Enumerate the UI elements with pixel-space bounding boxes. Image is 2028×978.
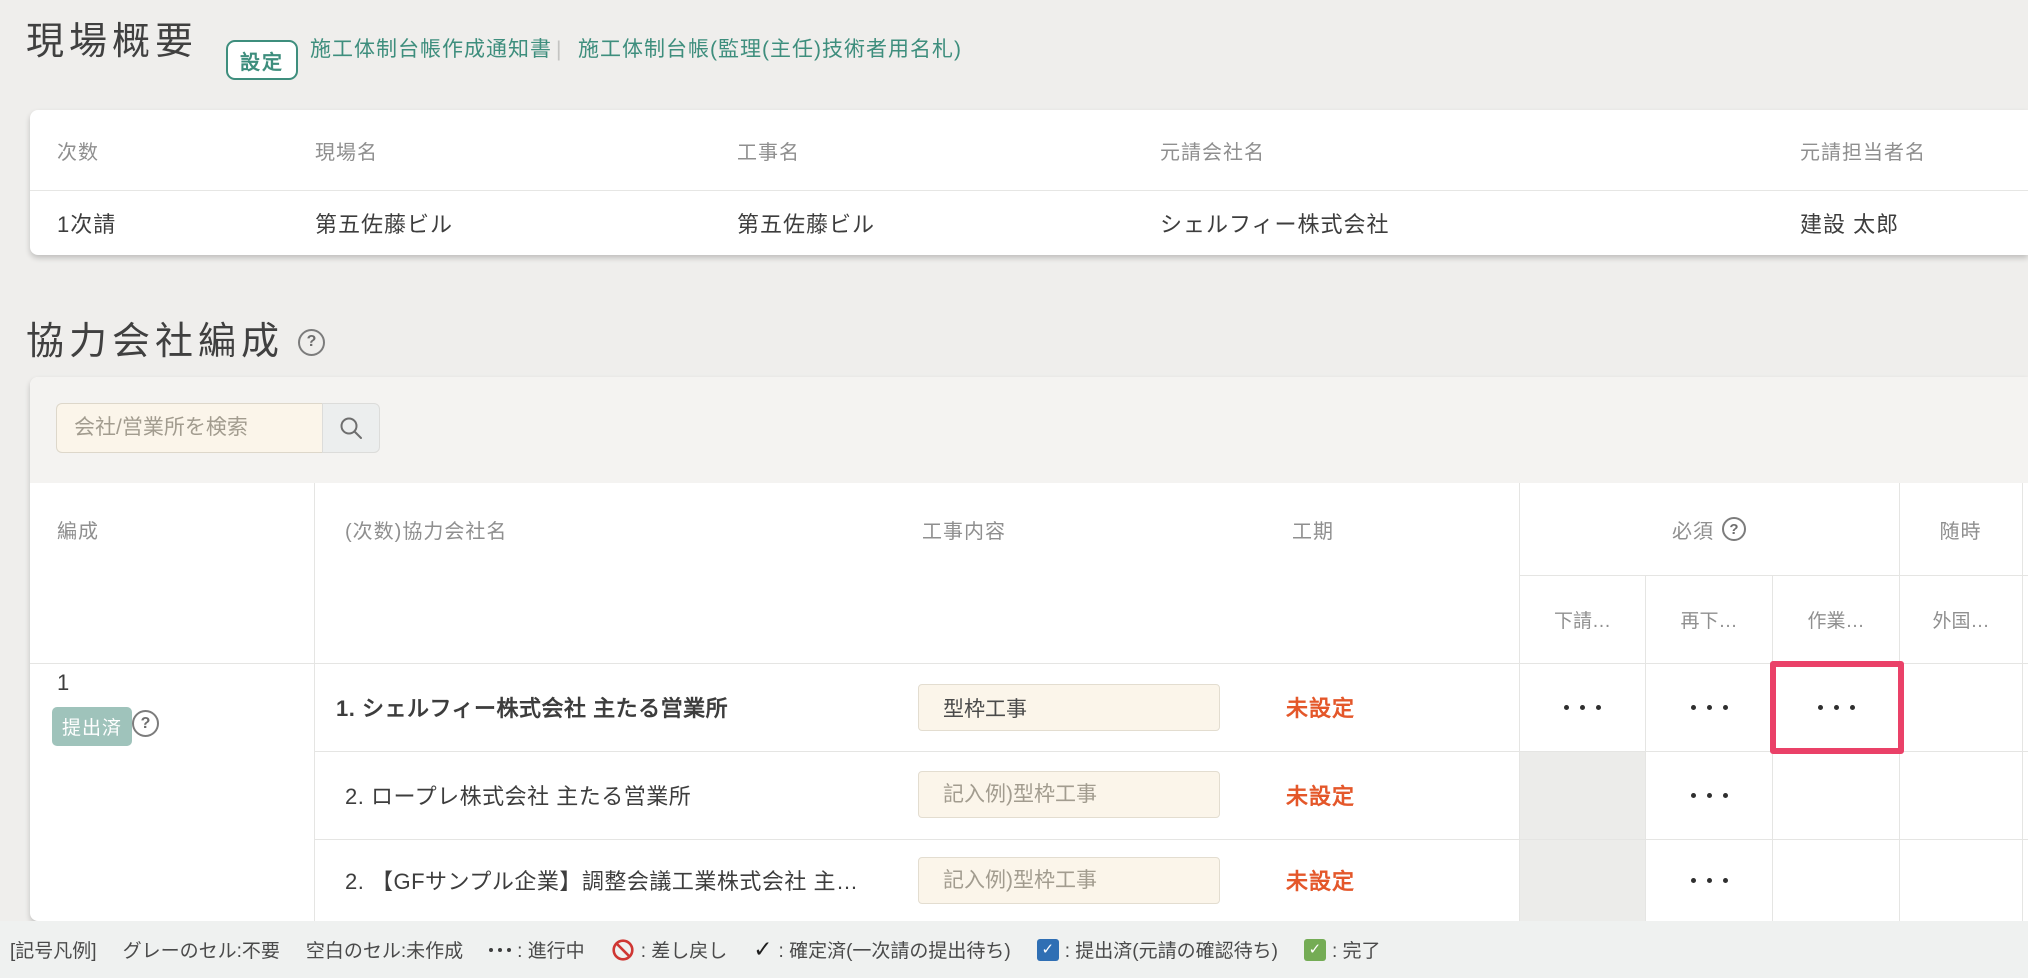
column-header-jisuu: 次数: [57, 110, 99, 190]
grid-line: [2022, 483, 2023, 921]
magnifier-icon: [338, 415, 364, 441]
in-progress-dots-icon: [1691, 793, 1728, 798]
legend-prefix: [記号凡例]: [10, 936, 97, 963]
column-header-period: 工期: [1292, 483, 1334, 575]
column-header-hensei: 編成: [57, 483, 99, 575]
help-icon[interactable]: ?: [298, 329, 325, 356]
legend-item-confirmed: ✓ : 確定済(一次請の提出待ち): [753, 936, 1011, 963]
formation-number: 1: [57, 670, 69, 696]
doc-cell-sagyouin-row-1[interactable]: [1773, 664, 1899, 751]
doc-cell-not-required: [1520, 752, 1645, 839]
doc-cell-not-required: [1520, 840, 1645, 921]
work-content-input-row-2[interactable]: [918, 771, 1220, 818]
company-name-row-3[interactable]: 2. 【GFサンプル企業】調整会議工業株式会社 主…: [345, 839, 858, 921]
legend-item-rejected: : 差し戻し: [611, 936, 728, 963]
legend-text: : 進行中: [517, 936, 585, 963]
doc-cell-saishitauke-row-1[interactable]: [1646, 664, 1772, 751]
in-progress-dots-icon: [1818, 705, 1855, 710]
partner-section-title: 協力会社編成 ?: [26, 318, 325, 366]
company-name-row-1[interactable]: 1. シェルフィー株式会社 主たる営業所: [336, 663, 728, 751]
symbol-legend: [記号凡例] グレーのセル:不要 空白のセル:未作成 : 進行中 : 差し戻し …: [0, 921, 2028, 978]
company-search-input[interactable]: [56, 403, 322, 453]
legend-text: : 提出済(元請の確認待ち): [1065, 936, 1278, 963]
legend-item-complete: ✓ : 完了: [1304, 936, 1381, 963]
check-icon: ✓: [753, 938, 772, 961]
site-overview-card: 次数 現場名 工事名 元請会社名 元請担当者名 1次請 第五佐藤ビル 第五佐藤ビ…: [30, 110, 2028, 255]
period-status-row-1[interactable]: 未設定: [1286, 663, 1355, 751]
subcolumn-header-sagyouin: 作業…: [1773, 575, 1899, 663]
column-header-motouke-kaisha: 元請会社名: [1160, 110, 1265, 190]
cell-motouke-tantousha: 建設 太郎: [1800, 191, 1899, 255]
in-progress-dots-icon: [489, 948, 511, 952]
period-status-row-2[interactable]: 未設定: [1286, 751, 1355, 839]
page-title: 現場概要: [26, 18, 198, 66]
legend-item-blank-cell: 空白のセル:未作成: [306, 936, 463, 963]
cell-jisuu: 1次請: [57, 191, 116, 255]
link-taicho-nameplate[interactable]: 施工体制台帳(監理(主任)技術者用名札): [578, 36, 962, 64]
help-icon[interactable]: ?: [132, 710, 159, 737]
link-taicho-notification[interactable]: 施工体制台帳作成通知書: [310, 36, 552, 64]
doc-cell-shitauke-row-1[interactable]: [1520, 664, 1645, 751]
column-header-motouke-tantousha: 元請担当者名: [1800, 110, 1926, 190]
in-progress-dots-icon: [1564, 705, 1601, 710]
work-content-input-row-1[interactable]: [918, 684, 1220, 731]
cell-motouke-kaisha: シェルフィー株式会社: [1160, 191, 1390, 255]
help-icon[interactable]: ?: [1722, 517, 1746, 541]
legend-item-submitted: ✓ : 提出済(元請の確認待ち): [1037, 936, 1278, 963]
work-content-input-row-3[interactable]: [918, 857, 1220, 904]
group-header-required: 必須 ?: [1519, 483, 1899, 575]
search-button[interactable]: [322, 403, 380, 453]
link-separator: |: [556, 36, 562, 64]
cell-koujimei: 第五佐藤ビル: [737, 191, 875, 255]
subcolumn-header-saishitauke: 再下…: [1646, 575, 1772, 663]
page: 現場概要 設定 施工体制台帳作成通知書 | 施工体制台帳(監理(主任)技術者用名…: [0, 0, 2028, 978]
subcolumn-header-shitauke: 下請…: [1520, 575, 1645, 663]
doc-cell-saishitauke-row-3[interactable]: [1646, 840, 1772, 921]
partner-formation-card: 編成 (次数)協力会社名 工事内容 工期 必須 ? 随時 下請… 再下… 作業……: [30, 377, 2028, 921]
legend-text: : 確定済(一次請の提出待ち): [779, 936, 1011, 963]
column-header-koujimei: 工事名: [737, 110, 800, 190]
column-header-work: 工事内容: [922, 483, 1006, 575]
legend-item-in-progress: : 進行中: [489, 936, 585, 963]
legend-text: 空白のセル:未作成: [306, 936, 463, 963]
legend-text: グレーのセル:不要: [123, 936, 280, 963]
status-badge-submitted: 提出済: [52, 707, 132, 746]
partner-section-title-text: 協力会社編成: [26, 318, 284, 366]
group-header-required-label: 必須: [1672, 515, 1714, 544]
column-header-genbamei: 現場名: [315, 110, 378, 190]
grid-line: [314, 483, 315, 921]
settings-button[interactable]: 設定: [226, 40, 298, 80]
group-header-anytime: 随時: [1899, 483, 2022, 575]
green-check-square-icon: ✓: [1304, 939, 1326, 961]
company-name-row-2[interactable]: 2. ロープレ株式会社 主たる営業所: [345, 751, 691, 839]
legend-text: : 完了: [1332, 936, 1381, 963]
cell-genbamei: 第五佐藤ビル: [315, 191, 453, 255]
doc-cell-saishitauke-row-2[interactable]: [1646, 752, 1772, 839]
period-status-row-3[interactable]: 未設定: [1286, 839, 1355, 921]
search-bar: [30, 377, 2028, 483]
legend-text: : 差し戻し: [641, 936, 728, 963]
blue-check-square-icon: ✓: [1037, 939, 1059, 961]
subcolumn-header-gaikokujin: 外国…: [1900, 575, 2022, 663]
column-header-company: (次数)協力会社名: [345, 483, 507, 575]
no-entry-icon: [611, 938, 635, 962]
in-progress-dots-icon: [1691, 878, 1728, 883]
in-progress-dots-icon: [1691, 705, 1728, 710]
legend-item-gray-cell: グレーのセル:不要: [123, 936, 280, 963]
